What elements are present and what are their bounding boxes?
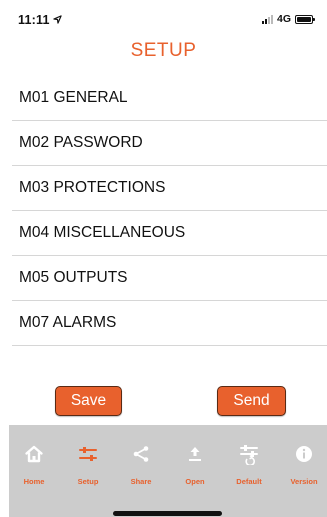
tab-version[interactable]: Version (281, 443, 327, 486)
location-arrow-icon (52, 13, 62, 27)
tab-label: Default (236, 477, 262, 486)
menu-item-label: M05 OUTPUTS (19, 269, 128, 286)
menu-item-outputs[interactable]: M05 OUTPUTS (12, 256, 327, 301)
menu-item-label: M04 MISCELLANEOUS (19, 224, 186, 241)
menu-item-label: M07 ALARMS (19, 314, 117, 331)
menu-item-label: M02 PASSWORD (19, 134, 143, 151)
tab-open[interactable]: Open (172, 443, 218, 486)
status-bar: 11:11 4G (0, 0, 327, 34)
menu-item-miscellaneous[interactable]: M04 MISCELLANEOUS (12, 211, 327, 256)
home-icon (23, 443, 45, 465)
tab-label: Version (290, 477, 318, 486)
tab-label: Share (130, 477, 152, 486)
menu-item-label: M01 GENERAL (19, 89, 128, 106)
send-button[interactable]: Send (217, 386, 286, 416)
home-indicator (113, 511, 222, 516)
status-time-text: 11:11 (18, 13, 50, 27)
menu-item-password[interactable]: M02 PASSWORD (12, 121, 327, 166)
restore-sliders-icon (238, 443, 260, 465)
tab-default[interactable]: Default (226, 443, 272, 486)
tab-bar: Home Setup Share Open Default Version (9, 425, 327, 517)
tab-setup[interactable]: Setup (65, 443, 111, 486)
tab-label: Setup (77, 477, 99, 486)
status-time: 11:11 (18, 13, 62, 27)
menu-item-alarms[interactable]: M07 ALARMS (12, 301, 327, 346)
page-title: SETUP (130, 40, 197, 61)
menu-item-label: M03 PROTECTIONS (19, 179, 166, 196)
save-button[interactable]: Save (55, 386, 122, 416)
tab-label: Open (185, 477, 205, 486)
upload-icon (184, 443, 206, 465)
tab-share[interactable]: Share (118, 443, 164, 486)
menu-item-general[interactable]: M01 GENERAL (12, 76, 327, 121)
setup-menu: M01 GENERAL M02 PASSWORD M03 PROTECTIONS… (12, 76, 327, 346)
battery-icon (295, 14, 315, 24)
signal-icon (261, 14, 273, 24)
tab-label: Home (23, 477, 45, 486)
info-icon (293, 443, 315, 465)
setup-sliders-icon (77, 443, 99, 465)
status-indicators: 4G (261, 13, 315, 25)
tab-home[interactable]: Home (11, 443, 57, 486)
share-icon (130, 443, 152, 465)
menu-item-protections[interactable]: M03 PROTECTIONS (12, 166, 327, 211)
network-label: 4G (276, 13, 291, 25)
